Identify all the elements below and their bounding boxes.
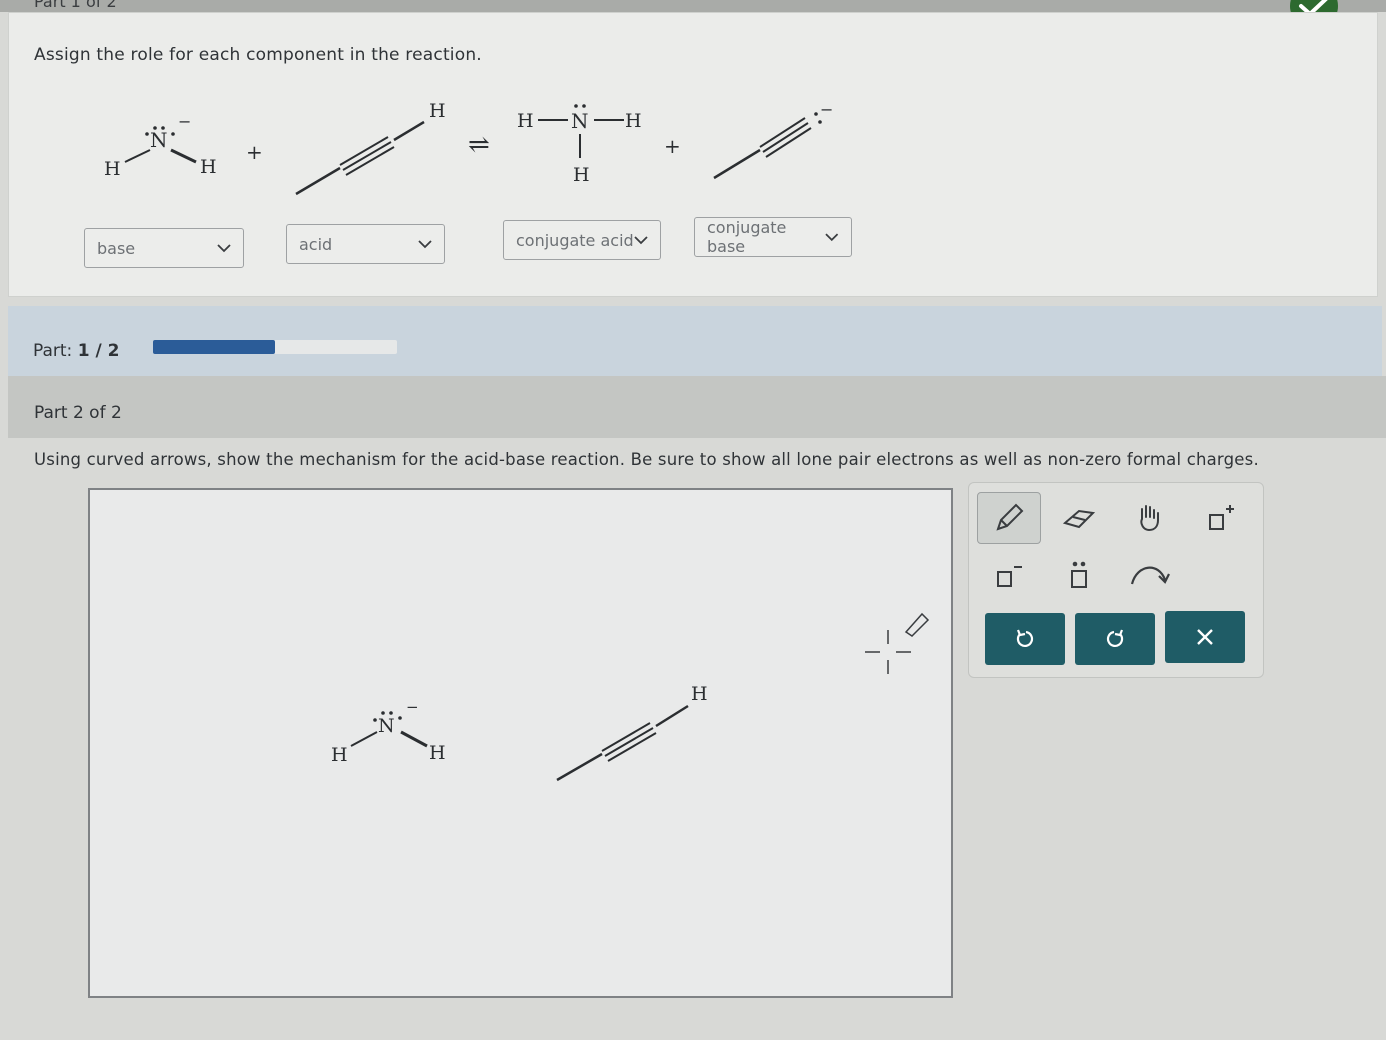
pencil-icon [996, 503, 1024, 531]
part-1-title: Part 1 of 2 [34, 0, 117, 11]
progress-bar [153, 340, 397, 354]
chevron-down-icon [825, 233, 839, 242]
plus-sign-1: + [246, 140, 263, 164]
chevron-down-icon [634, 236, 648, 245]
dropdown-value: conjugate acid [516, 230, 634, 250]
dropdown-value: base [97, 238, 136, 258]
top-bar [0, 0, 1386, 12]
chevron-down-icon [418, 240, 432, 249]
amide-h-right-label: H [200, 156, 217, 178]
dropdown-value: conjugate base [707, 218, 787, 256]
lone-pair-tool-button[interactable] [1047, 549, 1111, 601]
canvas-h-right-label: H [429, 742, 446, 764]
undo-icon [1016, 629, 1033, 647]
positive-charge-tool-button[interactable] [1189, 492, 1253, 544]
canvas-terminal-alkyne [556, 704, 689, 782]
amide-h-left-label: H [104, 158, 121, 180]
ammonia-nitrogen-label: N [571, 109, 589, 133]
canvas-nitrogen-label: N [378, 715, 395, 737]
hand-icon [1140, 505, 1159, 532]
canvas-amide-ion [350, 711, 428, 748]
ammonia-h-right-label: H [625, 110, 642, 132]
role-dropdown-alkyne[interactable]: acid [286, 224, 445, 264]
amide-nitrogen-label: N [150, 128, 168, 152]
eraser-tool-button[interactable] [1047, 492, 1111, 544]
equilibrium-arrow: ⇌ [468, 130, 490, 160]
undo-button[interactable] [985, 613, 1065, 665]
part-2-title: Part 2 of 2 [34, 403, 122, 423]
role-dropdown-amide[interactable]: base [84, 228, 244, 268]
canvas-h-left-label: H [331, 744, 348, 766]
acetylide-charge-label: − [820, 100, 834, 119]
alkyne-h-label: H [429, 100, 446, 122]
plus-sign-2: + [664, 134, 681, 158]
clear-button[interactable] [1165, 611, 1245, 663]
part-progress-label: Part: 1 / 2 [33, 341, 119, 361]
eraser-icon [1062, 509, 1096, 529]
terminal-alkyne-structure [295, 120, 425, 196]
drawing-toolbox [968, 482, 1264, 678]
curved-arrow-icon [1130, 566, 1170, 585]
hand-tool-button[interactable] [1117, 492, 1181, 544]
canvas-charge-label: − [406, 698, 419, 716]
redo-icon [1107, 629, 1124, 647]
redo-button[interactable] [1075, 613, 1155, 665]
role-dropdown-ammonia[interactable]: conjugate acid [503, 220, 661, 260]
part-progress-prefix: Part: [33, 341, 73, 361]
dropdown-value: acid [299, 234, 333, 254]
role-dropdown-acetylide[interactable]: conjugate base [694, 217, 852, 257]
chevron-down-icon [217, 244, 231, 253]
canvas-alkyne-h-label: H [691, 683, 708, 705]
clear-icon [1197, 629, 1213, 645]
pencil-tool-button[interactable] [977, 492, 1041, 544]
negative-charge-icon [997, 566, 1022, 587]
progress-bar-fill [153, 340, 275, 354]
part-1-instruction: Assign the role for each component in th… [34, 45, 482, 65]
ammonia-h-bottom-label: H [573, 164, 590, 186]
curved-arrow-tool-button[interactable] [1117, 549, 1181, 601]
amide-charge-label: − [178, 112, 192, 131]
part-2-instruction: Using curved arrows, show the mechanism … [34, 450, 1259, 469]
drawing-canvas[interactable] [88, 488, 953, 998]
pencil-cursor-icon [865, 612, 930, 674]
part-2-header [8, 376, 1386, 438]
ammonia-h-left-label: H [517, 110, 534, 132]
part-progress-value: 1 / 2 [77, 341, 120, 361]
positive-charge-icon [1209, 505, 1234, 530]
lone-pair-icon [1071, 561, 1087, 588]
negative-charge-tool-button[interactable] [977, 549, 1041, 601]
